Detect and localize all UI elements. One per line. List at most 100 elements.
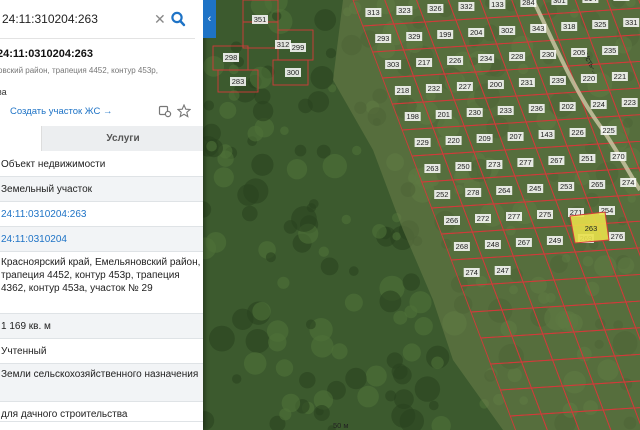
plot-number-label[interactable]: 329 bbox=[408, 32, 421, 41]
plot-number-label[interactable]: 272 bbox=[477, 214, 490, 223]
plot-number-label[interactable]: 235 bbox=[604, 46, 617, 55]
plot-number-label[interactable]: 302 bbox=[501, 26, 514, 35]
plot-number-label[interactable]: 204 bbox=[470, 28, 483, 37]
tree-canopy bbox=[320, 257, 339, 276]
plot-number-label[interactable]: 301 bbox=[553, 0, 566, 5]
plot-number-label[interactable]: 249 bbox=[549, 236, 562, 245]
plot-number-label[interactable]: 318 bbox=[563, 22, 576, 31]
tree-canopy bbox=[313, 405, 330, 421]
plot-number-label[interactable]: 248 bbox=[487, 240, 500, 249]
plot-number-label[interactable]: 253 bbox=[560, 182, 573, 191]
plot-number-label[interactable]: 230 bbox=[542, 50, 555, 59]
create-plot-link[interactable]: Создать участок ЖС → bbox=[10, 106, 112, 117]
tree-canopy bbox=[357, 385, 379, 408]
plot-number-label[interactable]: 312 bbox=[277, 40, 290, 49]
close-icon[interactable]: ✕ bbox=[154, 10, 166, 28]
plot-number-label[interactable]: 323 bbox=[398, 6, 411, 15]
plot-number-label[interactable]: 230 bbox=[468, 108, 481, 117]
plot-number-label[interactable]: 270 bbox=[612, 152, 625, 161]
tree-canopy bbox=[206, 140, 217, 152]
star-icon[interactable] bbox=[177, 104, 191, 118]
plot-number-label[interactable]: 221 bbox=[614, 72, 627, 81]
plot-number-label[interactable]: 224 bbox=[592, 100, 605, 109]
plot-number-label[interactable]: 239 bbox=[552, 76, 565, 85]
copy-icon[interactable] bbox=[158, 104, 172, 118]
plot-number-label[interactable]: 265 bbox=[591, 180, 604, 189]
plot-number-label[interactable]: 303 bbox=[387, 60, 400, 69]
plot-number-label[interactable]: 218 bbox=[397, 86, 410, 95]
tree-canopy bbox=[306, 319, 316, 330]
plot-number-label[interactable]: 351 bbox=[254, 15, 267, 24]
plot-number-label[interactable]: 275 bbox=[539, 210, 552, 219]
plot-number-label[interactable]: 228 bbox=[511, 52, 524, 61]
tab-info[interactable] bbox=[0, 126, 41, 153]
plot-number-label[interactable]: 252 bbox=[436, 190, 449, 199]
plot-number-label[interactable]: 324 bbox=[615, 0, 628, 1]
plot-number-label[interactable]: 264 bbox=[498, 186, 511, 195]
plot-number-label[interactable]: 209 bbox=[478, 134, 491, 143]
plot-number-label[interactable]: 266 bbox=[446, 216, 459, 225]
plot-number-label[interactable]: 133 bbox=[491, 0, 504, 9]
plot-number-label[interactable]: 313 bbox=[367, 8, 380, 17]
plot-number-label[interactable]: 314 bbox=[584, 0, 597, 3]
plot-number-label[interactable]: 293 bbox=[377, 34, 390, 43]
tree-canopy bbox=[243, 352, 267, 375]
plot-number-label[interactable]: 223 bbox=[623, 98, 636, 107]
detail-link-2[interactable]: 24:11:0310204:263 bbox=[0, 202, 203, 227]
plot-number-label[interactable]: 227 bbox=[459, 82, 472, 91]
plot-number-label[interactable]: 205 bbox=[573, 48, 586, 57]
plot-number-label[interactable]: 225 bbox=[602, 126, 615, 135]
plot-number-label[interactable]: 267 bbox=[518, 238, 531, 247]
plot-number-label[interactable]: 276 bbox=[611, 232, 624, 241]
plot-number-label[interactable]: 143 bbox=[540, 130, 553, 139]
plot-number-label[interactable]: 251 bbox=[581, 154, 594, 163]
map-canvas[interactable]: Усть-... 351312298283299300313 323 326 332 1… bbox=[203, 0, 640, 430]
plot-number-label[interactable]: 198 bbox=[406, 112, 419, 121]
plot-number-label[interactable]: 277 bbox=[519, 158, 532, 167]
plot-number-label[interactable]: 331 bbox=[625, 18, 638, 27]
plot-number-label[interactable]: 274 bbox=[465, 268, 478, 277]
plot-number-label[interactable]: 245 bbox=[529, 184, 542, 193]
plot-number-label[interactable]: 284 bbox=[522, 0, 535, 7]
detail-link-3[interactable]: 24:11:0310204 bbox=[0, 227, 203, 252]
plot-number-label[interactable]: 233 bbox=[499, 106, 512, 115]
satellite-map[interactable]: Усть-... 351 312 298 283 299 300 313 323 326 332 1… bbox=[203, 0, 640, 430]
plot-number-label[interactable]: 332 bbox=[460, 2, 473, 11]
plot-number-label[interactable]: 263 bbox=[426, 164, 439, 173]
plot-number-label[interactable]: 231 bbox=[521, 78, 534, 87]
plot-number-label[interactable]: 277 bbox=[508, 212, 521, 221]
plot-number-label[interactable]: 229 bbox=[416, 138, 429, 147]
plot-number-label[interactable]: 202 bbox=[561, 102, 574, 111]
plot-number-label[interactable]: 217 bbox=[418, 58, 431, 67]
plot-number-label[interactable]: 300 bbox=[287, 68, 300, 77]
plot-number-label[interactable]: 278 bbox=[467, 188, 480, 197]
plot-number-label[interactable]: 234 bbox=[480, 54, 493, 63]
plot-number-label[interactable]: 207 bbox=[509, 132, 522, 141]
plot-number-label[interactable]: 326 bbox=[429, 4, 442, 13]
plot-number-label[interactable]: 201 bbox=[437, 110, 450, 119]
plot-number-label[interactable]: 199 bbox=[439, 30, 452, 39]
search-input[interactable] bbox=[2, 10, 147, 28]
plot-number-label[interactable]: 267 bbox=[550, 156, 563, 165]
plot-number-label[interactable]: 274 bbox=[622, 178, 635, 187]
plot-number-label[interactable]: 298 bbox=[225, 53, 238, 62]
tab-services[interactable]: Услуги bbox=[41, 126, 203, 151]
plot-number-label[interactable]: 268 bbox=[456, 242, 469, 251]
plot-number-label[interactable]: 226 bbox=[571, 128, 584, 137]
search-icon[interactable] bbox=[170, 10, 186, 28]
plot-number-label[interactable]: 247 bbox=[496, 266, 509, 275]
plot-number-label[interactable]: 273 bbox=[488, 160, 501, 169]
plot-number-label[interactable]: 236 bbox=[530, 104, 543, 113]
plot-number-label[interactable]: 200 bbox=[490, 80, 503, 89]
plot-number-label[interactable]: 299 bbox=[292, 43, 305, 52]
tree-canopy bbox=[341, 214, 351, 225]
plot-number-label[interactable]: 232 bbox=[428, 84, 441, 93]
plot-number-label[interactable]: 226 bbox=[449, 56, 462, 65]
chevron-left-icon[interactable]: ‹ bbox=[203, 0, 216, 38]
plot-number-label[interactable]: 250 bbox=[457, 162, 470, 171]
plot-number-label[interactable]: 283 bbox=[232, 77, 245, 86]
plot-number-label[interactable]: 220 bbox=[583, 74, 596, 83]
plot-number-label[interactable]: 325 bbox=[594, 20, 607, 29]
plot-number-label[interactable]: 220 bbox=[447, 136, 460, 145]
plot-number-label[interactable]: 343 bbox=[532, 24, 545, 33]
